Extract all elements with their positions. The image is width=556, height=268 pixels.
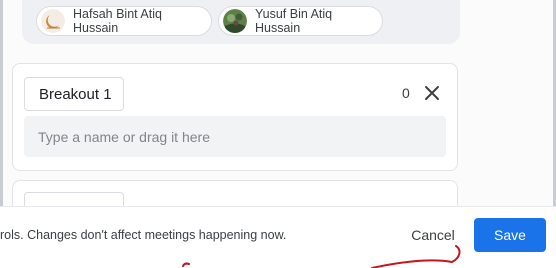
photo-avatar-icon [223,9,247,33]
participant-chip[interactable]: Hafsah Bint Atiq Hussain [36,6,212,36]
room-name-label: Breakout 1 [39,85,112,103]
room-name-field[interactable]: Breakout 1 [24,77,124,111]
footer-note: rols. Changes don't affect meetings happ… [0,228,287,242]
participant-drop-input[interactable] [24,116,446,157]
participant-name: Hafsah Bint Atiq Hussain [73,7,162,35]
participant-name: Yusuf Bin Atiq Hussain [255,7,333,35]
breakout-room-card: Breakout 1 0 [12,63,458,171]
cancel-button[interactable]: Cancel [402,220,464,250]
remove-room-button[interactable] [422,83,442,103]
participant-chip[interactable]: Yusuf Bin Atiq Hussain [218,6,383,36]
save-button[interactable]: Save [474,218,546,252]
room-participant-count: 0 [402,85,410,101]
unassigned-participants-panel: Hafsah Bint Atiq Hussain Yusuf Bin Atiq … [22,0,460,44]
footer-bar: rols. Changes don't affect meetings happ… [0,206,556,268]
crescent-moon-avatar-icon [41,9,65,33]
close-icon [425,86,439,100]
